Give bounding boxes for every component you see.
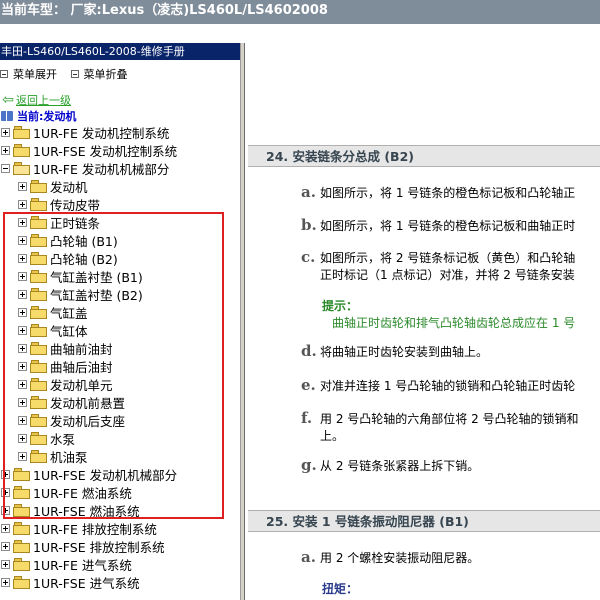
tree-node-expanded[interactable]: 1UR-FE 发动机机械部分: [0, 159, 240, 177]
tree-node[interactable]: 1UR-FSE 发动机控制系统: [0, 141, 240, 159]
tree-node[interactable]: 发动机: [0, 177, 240, 195]
step-text: 如图所示，将 2 号链条标记板（黄色）和凸轮轴: [320, 251, 576, 265]
step-letter: a.: [301, 548, 316, 566]
tree-node[interactable]: 传动皮带: [0, 195, 240, 213]
tree-node[interactable]: 1UR-FSE 进气系统: [0, 573, 240, 591]
collapse-menu-button[interactable]: 菜单折叠: [70, 66, 128, 82]
step-letter: a.: [301, 183, 316, 201]
torque-label: 扭矩：: [322, 582, 359, 596]
tree-node-label: 1UR-FE 进气系统: [33, 557, 132, 573]
step-letter: f.: [301, 409, 313, 427]
current-location-label: 当前:发动机: [17, 109, 77, 123]
back-link[interactable]: 返回上一级: [16, 92, 71, 108]
tree-node-label: 1UR-FE 排放控制系统: [33, 521, 157, 537]
content-pane: 24. 安装链条分总成 (B2) a. 如图所示，将 1 号链条的橙色标记板和凸…: [245, 24, 600, 600]
expand-icon: [0, 70, 8, 78]
tree-node-label: 发动机: [50, 179, 88, 195]
step-text: 如图所示，将 1 号链条的橙色标记板和曲轴正时: [320, 219, 576, 233]
hint-text: 曲轴正时齿轮和排气凸轮轴齿轮总成应在 1 号: [332, 316, 576, 330]
expand-toggle-icon[interactable]: [18, 199, 27, 209]
step-text-continued: 正时标记（1 点标记）对准，并将 2 号链条安装: [320, 268, 575, 282]
step-letter: c.: [301, 248, 316, 266]
step-letter: d.: [301, 342, 317, 360]
expand-menu-label: 菜单展开: [13, 68, 57, 81]
folder-icon: [13, 126, 30, 139]
expand-toggle-icon[interactable]: [1, 127, 10, 137]
folder-icon: [13, 144, 30, 157]
tree-node[interactable]: 1UR-FE 发动机控制系统: [0, 123, 240, 141]
tree-node-label: 1UR-FSE 进气系统: [33, 575, 140, 591]
current-location: 当前:发动机: [0, 108, 240, 123]
title-bar-text: 当前车型： 厂家:Lexus（凌志)LS460L/LS4602008: [1, 3, 328, 18]
expand-toggle-icon[interactable]: [1, 559, 10, 569]
tree-node-label: 1UR-FE 发动机机械部分: [33, 161, 170, 177]
tree-node-label: 1UR-FSE 发动机控制系统: [33, 143, 178, 159]
back-arrow-icon[interactable]: ⇦: [0, 93, 16, 107]
manual-header[interactable]: 丰田-LS460/LS460L-2008-维修手册: [0, 43, 240, 60]
section-header: 24. 安装链条分总成 (B2): [248, 145, 600, 167]
section-title: 24. 安装链条分总成 (B2): [266, 149, 414, 164]
step-text: 对准并连接 1 号凸轮轴的锁销和凸轮轴正时齿轮: [320, 379, 576, 393]
expand-toggle-icon[interactable]: [1, 577, 10, 587]
folder-icon: [13, 558, 30, 571]
folder-icon: [13, 522, 30, 535]
collapse-toggle-icon[interactable]: [1, 163, 10, 173]
folder-icon: [13, 576, 30, 589]
folder-open-icon: [13, 162, 30, 175]
title-bar: 当前车型： 厂家:Lexus（凌志)LS460L/LS4602008: [0, 0, 600, 24]
step-text: 如图所示，将 1 号链条的橙色标记板和凸轮轴正: [320, 186, 576, 200]
step-text: 用 2 号凸轮轴的六角部位将 2 号凸轮轴的锁销和: [320, 412, 579, 426]
step-text: 用 2 个螺栓安装振动阻尼器。: [320, 551, 480, 565]
collapse-menu-label: 菜单折叠: [83, 68, 128, 81]
expand-toggle-icon[interactable]: [1, 541, 10, 551]
step-letter: b.: [301, 216, 317, 234]
expand-toggle-icon[interactable]: [1, 145, 10, 155]
tree-node-label: 1UR-FSE 排放控制系统: [33, 539, 165, 555]
tree-node[interactable]: 1UR-FE 进气系统: [0, 555, 240, 573]
folder-icon: [30, 198, 47, 211]
expand-toggle-icon[interactable]: [1, 523, 10, 533]
step-letter: g.: [301, 456, 317, 474]
back-link-row: ⇦ 返回上一级: [0, 92, 240, 108]
tree-node[interactable]: 1UR-FE 排放控制系统: [0, 519, 240, 537]
hint-label: 提示：: [322, 299, 359, 313]
navigation-pane: 丰田-LS460/LS460L-2008-维修手册 菜单展开 菜单折叠 ⇦ 返回…: [0, 43, 240, 600]
highlight-annotation: [3, 212, 224, 519]
section-title: 25. 安装 1 号链条振动阻尼器 (B1): [266, 514, 469, 529]
tree-node-label: 1UR-FE 发动机控制系统: [33, 125, 170, 141]
tree-toolbar: 菜单展开 菜单折叠: [0, 60, 240, 84]
step-letter: e.: [301, 376, 316, 394]
step-text: 将曲轴正时齿轮安装到曲轴上。: [320, 345, 489, 359]
folder-icon: [13, 540, 30, 553]
tree-node[interactable]: 1UR-FSE 排放控制系统: [0, 537, 240, 555]
book-icon: [1, 110, 13, 121]
manual-header-text: 丰田-LS460/LS460L-2008-维修手册: [1, 45, 185, 58]
expand-toggle-icon[interactable]: [18, 181, 27, 191]
collapse-icon: [70, 70, 79, 78]
folder-icon: [30, 180, 47, 193]
expand-menu-button[interactable]: 菜单展开: [0, 66, 57, 82]
step-text: 从 2 号链条张紧器上拆下销。: [320, 459, 480, 473]
tree-node-label: 传动皮带: [50, 197, 101, 213]
section-header: 25. 安装 1 号链条振动阻尼器 (B1): [248, 510, 600, 532]
step-text-continued: 上。: [320, 429, 345, 443]
